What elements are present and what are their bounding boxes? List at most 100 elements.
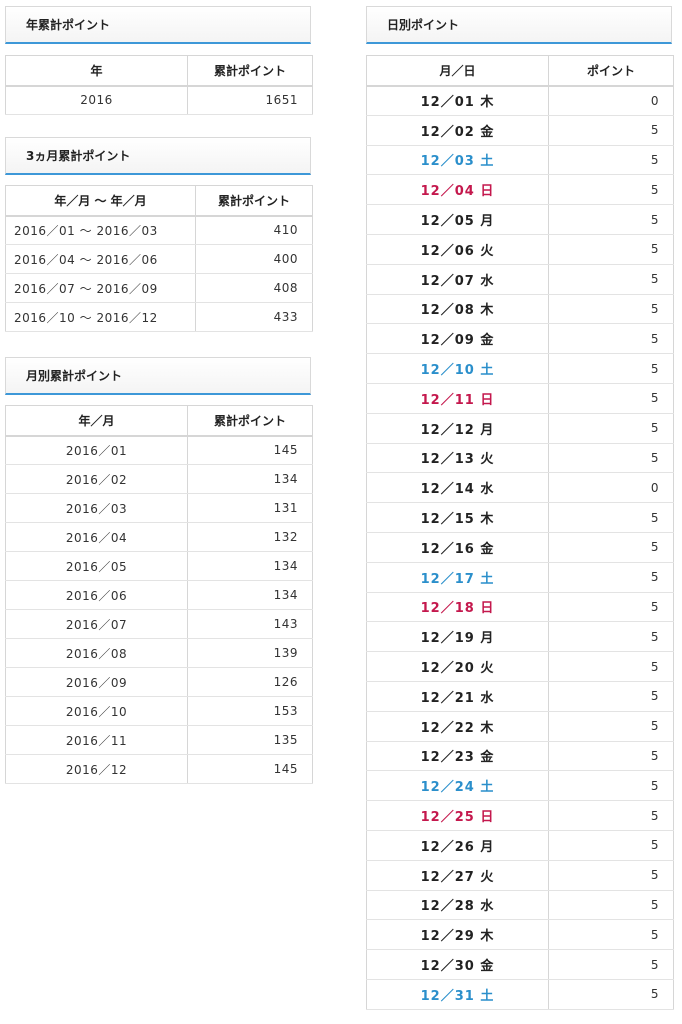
- period-cell: 2016／11: [5, 725, 188, 755]
- points-cell: 0: [548, 472, 674, 504]
- date-cell: 12／22 木: [366, 710, 549, 742]
- period-cell: 2016／07 ～ 2016／09: [5, 273, 196, 303]
- date-cell: 12／11 日: [366, 382, 549, 414]
- column-header-year: 年: [5, 55, 188, 87]
- quarterly-table: 年／月 ～ 年／月 累計ポイント 2016／01 ～ 2016／03 410 201…: [5, 185, 313, 332]
- table-row: 12／31 土5: [366, 978, 674, 1010]
- column-header-points: 累計ポイント: [195, 185, 313, 217]
- table-header-row: 年／月 ～ 年／月 累計ポイント: [5, 185, 313, 217]
- yearly-table-body: 2016 1651: [5, 85, 313, 115]
- daily-section-title: 日別ポイント: [366, 6, 672, 44]
- table-row: 12／10 土5: [366, 353, 674, 384]
- points-cell: 5: [548, 144, 674, 176]
- date-cell: 12／19 月: [366, 621, 549, 653]
- table-row: 12／17 土5: [366, 561, 674, 593]
- table-row: 12／26 月5: [366, 829, 674, 861]
- points-cell: 5: [548, 859, 674, 891]
- yearly-section-title: 年累計ポイント: [5, 6, 311, 44]
- date-cell: 12／01 木: [366, 85, 549, 116]
- points-cell: 1651: [187, 85, 313, 115]
- points-cell: 408: [195, 273, 313, 303]
- column-header-month: 年／月: [5, 405, 188, 437]
- points-cell: 5: [548, 770, 674, 802]
- table-row: 2016／03 131: [5, 493, 313, 523]
- table-row: 12／24 土5: [366, 770, 674, 802]
- table-row: 12／30 金5: [366, 949, 674, 980]
- period-cell: 2016／06: [5, 580, 188, 610]
- points-cell: 5: [548, 949, 674, 980]
- table-header-row: 年 累計ポイント: [5, 55, 313, 87]
- date-cell: 12／06 火: [366, 233, 549, 265]
- table-row: 2016 1651: [5, 85, 313, 115]
- period-cell: 2016／01 ～ 2016／03: [5, 215, 196, 245]
- points-cell: 5: [548, 800, 674, 831]
- points-cell: 153: [187, 696, 313, 726]
- date-cell: 12／12 月: [366, 412, 549, 444]
- period-cell: 2016／10: [5, 696, 188, 726]
- table-row: 12／14 水0: [366, 472, 674, 504]
- column-header-period: 年／月 ～ 年／月: [5, 185, 196, 217]
- column-header-date: 月／日: [366, 55, 549, 87]
- date-cell: 12／25 日: [366, 800, 549, 831]
- points-cell: 5: [548, 978, 674, 1010]
- date-cell: 12／15 木: [366, 502, 549, 533]
- table-row: 12／27 火5: [366, 859, 674, 891]
- daily-table-body: 12／01 木 0 12／02 金 5 12／03 土 5 12／04 日 5 12／05 月5…: [366, 85, 674, 1010]
- date-cell: 12／28 水: [366, 889, 549, 921]
- table-row: 12／12 月5: [366, 412, 674, 444]
- table-row: 12／28 水5: [366, 889, 674, 921]
- points-cell: 5: [548, 114, 674, 146]
- table-row: 2016／04 ～ 2016／06 400: [5, 244, 313, 274]
- points-cell: 5: [548, 233, 674, 265]
- table-row: 2016／01 145: [5, 435, 313, 465]
- points-cell: 143: [187, 609, 313, 639]
- table-row: 12／08 木5: [366, 293, 674, 325]
- date-cell: 12／24 土: [366, 770, 549, 802]
- points-cell: 5: [548, 323, 674, 355]
- table-row: 2016／07 143: [5, 609, 313, 639]
- points-cell: 433: [195, 302, 313, 332]
- table-row: 12／25 日5: [366, 800, 674, 831]
- table-row: 12／21 水5: [366, 680, 674, 712]
- date-cell: 12／14 水: [366, 472, 549, 504]
- date-cell: 12／03 土: [366, 144, 549, 176]
- points-cell: 134: [187, 580, 313, 610]
- table-row: 2016／06 134: [5, 580, 313, 610]
- date-cell: 12／05 月: [366, 204, 549, 235]
- period-cell: 2016／05: [5, 551, 188, 581]
- points-cell: 5: [548, 889, 674, 921]
- points-cell: 5: [548, 174, 674, 206]
- date-cell: 12／04 日: [366, 174, 549, 206]
- period-cell: 2016／04 ～ 2016／06: [5, 244, 196, 274]
- date-cell: 12／26 月: [366, 829, 549, 861]
- points-cell: 5: [548, 293, 674, 325]
- table-row: 12／11 日5: [366, 382, 674, 414]
- points-cell: 5: [548, 680, 674, 712]
- date-cell: 12／18 日: [366, 591, 549, 623]
- table-row: 2016／07 ～ 2016／09 408: [5, 273, 313, 303]
- table-row: 2016／01 ～ 2016／03 410: [5, 215, 313, 245]
- table-row: 12／01 木0: [366, 85, 674, 116]
- column-header-points: ポイント: [548, 55, 674, 87]
- table-row: 2016／10 153: [5, 696, 313, 726]
- points-cell: 131: [187, 493, 313, 523]
- table-row: 12／05 月5: [366, 204, 674, 235]
- points-cell: 5: [548, 263, 674, 295]
- points-cell: 5: [548, 740, 674, 772]
- points-cell: 132: [187, 522, 313, 552]
- quarterly-section-title: 3ヵ月累計ポイント: [5, 137, 311, 175]
- points-cell: 5: [548, 531, 674, 563]
- table-row: 12／15 木5: [366, 502, 674, 533]
- table-row: 2016／02 134: [5, 464, 313, 494]
- points-cell: 5: [548, 442, 674, 474]
- period-cell: 2016／08: [5, 638, 188, 668]
- monthly-section-title: 月別累計ポイント: [5, 357, 311, 395]
- table-row: 12／18 日5: [366, 591, 674, 623]
- table-header-row: 年／月 累計ポイント: [5, 405, 313, 437]
- points-cell: 135: [187, 725, 313, 755]
- period-cell: 2016／04: [5, 522, 188, 552]
- table-row: 12／20 火5: [366, 651, 674, 682]
- table-header-row: 月／日 ポイント: [366, 55, 674, 87]
- points-cell: 5: [548, 353, 674, 384]
- points-cell: 5: [548, 382, 674, 414]
